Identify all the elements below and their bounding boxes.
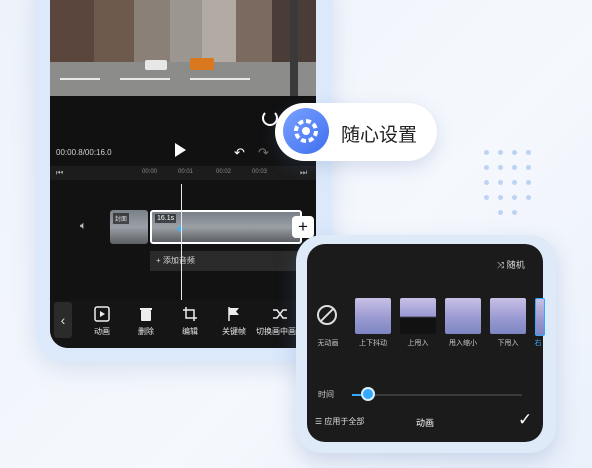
animation-icon: [80, 306, 124, 326]
tool-animation[interactable]: 动画: [80, 306, 124, 337]
time-slider[interactable]: [352, 394, 522, 396]
add-audio-button[interactable]: + 添加音频: [150, 251, 316, 271]
confirm-icon[interactable]: ✓: [518, 410, 532, 430]
redo-icon[interactable]: ↷: [258, 145, 269, 161]
preset-label: 甩入缩小: [449, 340, 477, 347]
tool-label: 编辑: [182, 327, 198, 336]
lane-marking: [190, 78, 250, 80]
tool-label: 动画: [94, 327, 110, 336]
car: [190, 58, 214, 70]
preset-label: 下甩入: [497, 340, 519, 347]
dot-pattern: [484, 150, 534, 220]
tool-label: 关键帧: [222, 327, 246, 336]
tool-bar: 动画 删除 编辑 关键帧 切换画中画: [50, 300, 316, 348]
undo-icon[interactable]: ↶: [234, 145, 245, 161]
tool-keyframe[interactable]: 关键帧: [212, 306, 256, 337]
ruler-tick: 00:01: [178, 169, 194, 175]
preset-thumb[interactable]: [490, 298, 526, 334]
timecode: 00:00.8/00:16.0: [56, 148, 112, 157]
building: [236, 0, 272, 70]
random-label: 随机: [506, 260, 525, 270]
tool-label: 删除: [138, 327, 154, 336]
playhead[interactable]: [181, 184, 182, 300]
apply-all-button[interactable]: ☰ 应用于全部: [315, 416, 364, 427]
play-button[interactable]: [175, 143, 186, 157]
layers-icon: ☰: [315, 417, 323, 426]
tool-delete[interactable]: 删除: [124, 306, 168, 337]
preset-thumb-selected[interactable]: [535, 298, 545, 336]
building: [202, 0, 236, 66]
apply-all-label: 应用于全部: [324, 417, 365, 426]
time-label: 时间: [318, 390, 334, 399]
time-ruler: ⏮ 00:00 00:01 00:02 00:03 ⏭: [50, 166, 316, 180]
random-button[interactable]: ⤨ 随机: [497, 258, 525, 271]
crop-icon: [168, 306, 212, 326]
lane-marking: [120, 78, 170, 80]
duration-badge: 16.1s: [155, 214, 177, 223]
video-clip[interactable]: 16.1s ◆: [150, 210, 302, 244]
preset-label: 无动画: [317, 340, 339, 347]
slider-knob[interactable]: [361, 387, 375, 401]
ruler-tick: 00:00: [142, 169, 158, 175]
building: [170, 0, 202, 64]
cover-badge: 封面: [113, 213, 130, 224]
none-icon[interactable]: [317, 305, 337, 325]
building: [134, 0, 170, 66]
car: [145, 60, 167, 70]
lane-marking: [60, 78, 100, 80]
clip-track: 封面 16.1s ◆ +: [110, 210, 316, 244]
preset-thumb[interactable]: [445, 298, 481, 334]
building: [94, 0, 134, 68]
ruler-tick: 00:02: [216, 169, 232, 175]
cover-clip[interactable]: 封面: [110, 210, 148, 244]
feature-label: 随心设置: [341, 125, 418, 146]
building: [50, 0, 94, 70]
tool-edit[interactable]: 编辑: [168, 306, 212, 337]
preset-thumb[interactable]: [400, 298, 436, 334]
volume-icon[interactable]: 🔈︎: [80, 220, 87, 233]
trash-icon: [124, 306, 168, 326]
editor-screen: 00:00.8/00:16.0 ↶ ↷ ⏮ 00:00 00:01 00:02 …: [50, 0, 316, 348]
video-preview: [50, 0, 316, 96]
add-clip-button[interactable]: +: [292, 216, 314, 238]
skip-start-icon[interactable]: ⏮: [56, 168, 63, 178]
preset-thumb[interactable]: [355, 298, 391, 334]
panel-title: 动画: [416, 418, 435, 428]
shuffle-icon: ⤨: [497, 260, 505, 270]
ruler-tick: 00:03: [252, 169, 268, 175]
back-button[interactable]: ‹: [54, 302, 72, 338]
tool-label: 切换画中画: [256, 327, 296, 336]
preset-label: 上甩入: [407, 340, 429, 347]
preset-label: 上下抖动: [359, 340, 387, 347]
preset-label: 右: [534, 340, 542, 347]
skip-end-icon[interactable]: ⏭: [300, 168, 307, 178]
gear-icon: [283, 108, 329, 154]
pole: [290, 0, 298, 96]
flag-icon: [212, 306, 256, 326]
